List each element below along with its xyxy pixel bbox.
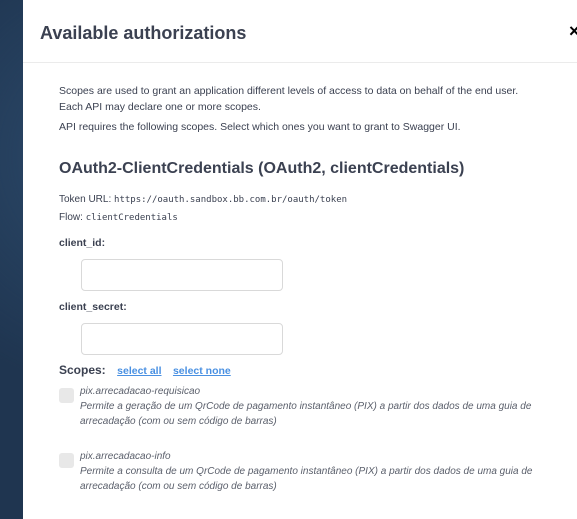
close-button[interactable]: × [569,20,577,42]
dialog-header: Available authorizations × [23,0,577,63]
intro-line-3: API requires the following scopes. Selec… [59,121,461,133]
scope-description: Permite a geração de um QrCode de pagame… [80,401,532,427]
scope-text: pix.arrecadacao-info Permite a consulta … [80,450,550,494]
scopes-header: Scopes: select all select none [59,361,231,379]
scope-name: pix.arrecadacao-requisicao [80,386,201,397]
client-id-input[interactable] [81,259,283,291]
scope-name: pix.arrecadacao-info [80,451,171,462]
intro-line-2: Each API may declare one or more scopes. [59,101,261,113]
scope-checkbox[interactable] [59,388,74,403]
scope-checkbox[interactable] [59,453,74,468]
scopes-label: Scopes: [59,363,106,377]
token-url-row: Token URL: https://oauth.sandbox.bb.com.… [59,194,347,205]
flow-value: clientCredentials [85,213,178,223]
client-id-label: client_id: [59,237,106,249]
token-url-label: Token URL: [59,194,112,205]
intro-line-1: Scopes are used to grant an application … [59,85,519,97]
select-all-link[interactable]: select all [117,365,161,377]
client-secret-input[interactable] [81,323,283,355]
scope-text: pix.arrecadacao-requisicao Permite a ger… [80,385,550,429]
token-url-value: https://oauth.sandbox.bb.com.br/oauth/to… [114,195,348,205]
authorizations-dialog: Available authorizations × Scopes are us… [23,0,577,519]
flow-row: Flow: clientCredentials [59,212,178,223]
client-secret-label: client_secret: [59,301,127,313]
flow-label: Flow: [59,212,83,223]
scope-description: Permite a consulta de um QrCode de pagam… [80,466,533,492]
dialog-title: Available authorizations [40,23,247,43]
auth-scheme-title: OAuth2-ClientCredentials (OAuth2, client… [59,160,465,177]
select-none-link[interactable]: select none [173,365,231,377]
